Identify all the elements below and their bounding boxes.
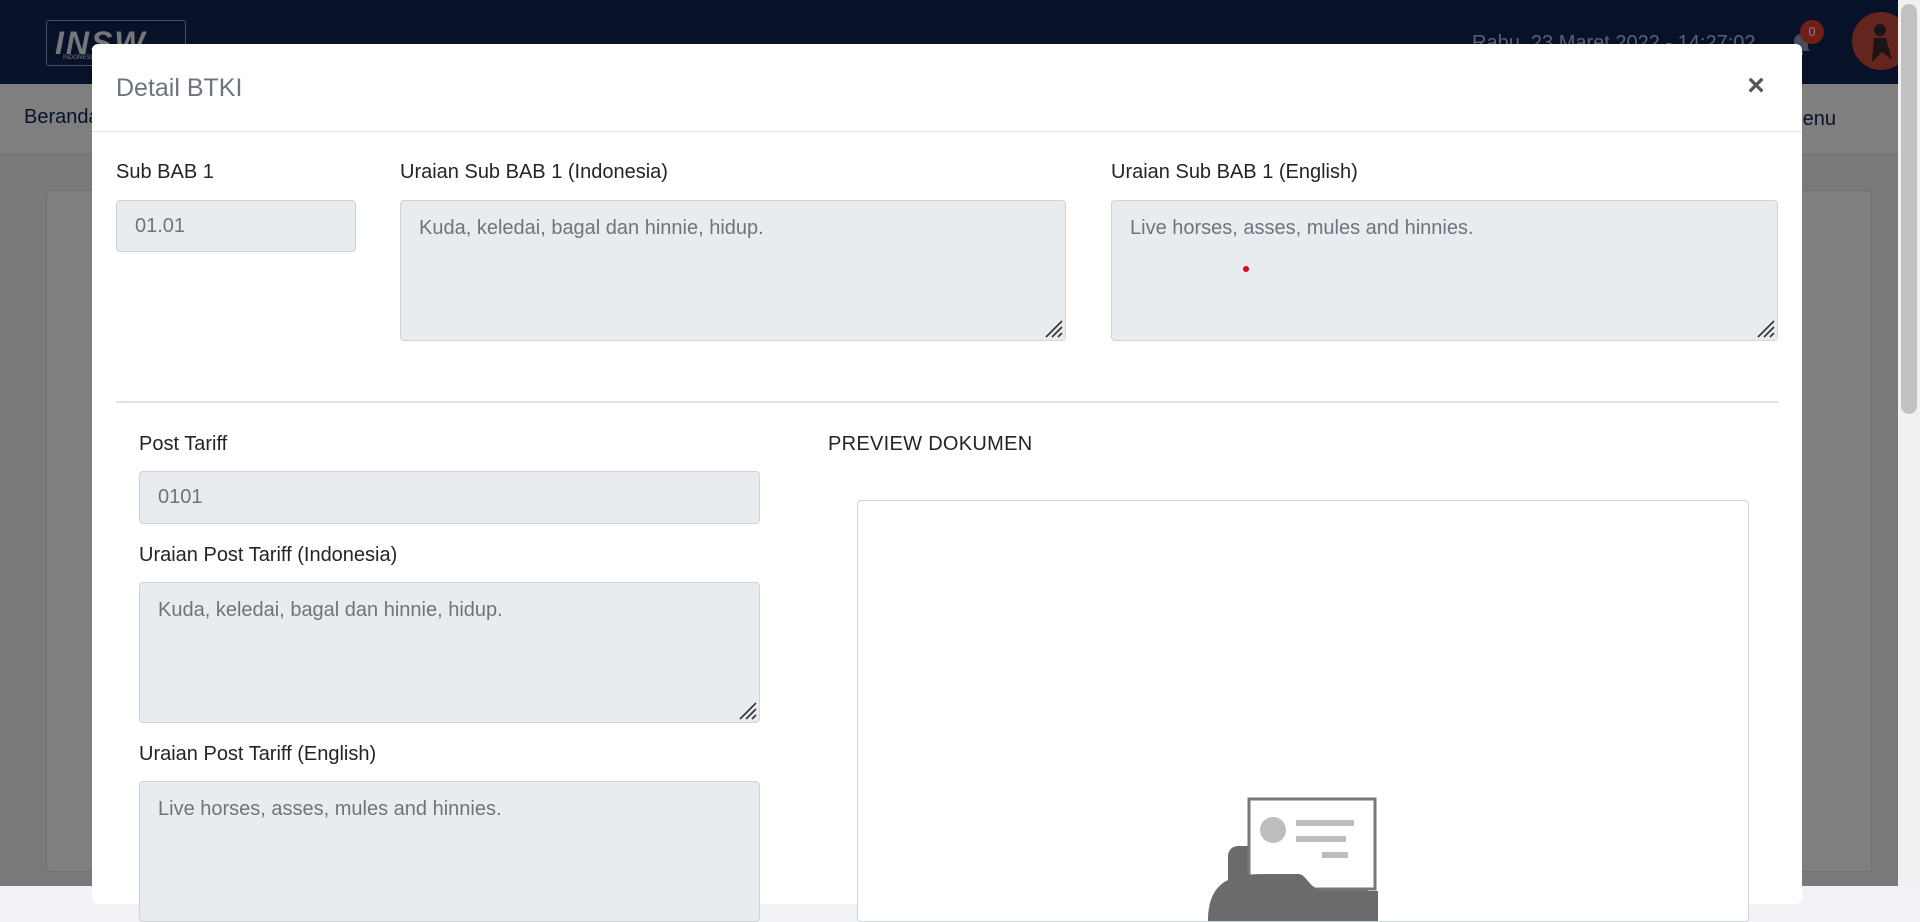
sub-bab-desc-id-textarea[interactable]: Kuda, keledai, bagal dan hinnie, hidup. [400, 200, 1066, 341]
sub-bab-desc-id-label: Uraian Sub BAB 1 (Indonesia) [400, 161, 668, 183]
post-tariff-desc-en-textarea[interactable]: Live horses, asses, mules and hinnies. [139, 781, 760, 922]
post-tariff-desc-en-label: Uraian Post Tariff (English) [139, 743, 377, 765]
cursor-marker [1243, 266, 1249, 272]
modal-header: Detail BTKI × [92, 44, 1802, 132]
sub-bab-code-label: Sub BAB 1 [116, 161, 214, 183]
resize-handle-icon[interactable] [735, 698, 757, 720]
sub-bab-desc-en-label: Uraian Sub BAB 1 (English) [1111, 161, 1358, 183]
post-tariff-desc-id-textarea[interactable]: Kuda, keledai, bagal dan hinnie, hidup. [139, 582, 760, 723]
sub-bab-desc-en-textarea[interactable]: Live horses, asses, mules and hinnies. [1111, 200, 1778, 341]
resize-handle-icon[interactable] [1753, 316, 1775, 338]
document-preview [857, 500, 1749, 922]
close-button[interactable]: × [1740, 70, 1772, 102]
sub-bab-desc-en-value: Live horses, asses, mules and hinnies. [1130, 217, 1474, 239]
scrollbar-thumb[interactable] [1901, 4, 1917, 414]
sub-bab-code-field[interactable]: 01.01 [116, 200, 356, 252]
post-tariff-desc-id-value: Kuda, keledai, bagal dan hinnie, hidup. [158, 599, 503, 621]
sub-bab-desc-id-value: Kuda, keledai, bagal dan hinnie, hidup. [419, 217, 764, 239]
preview-title: PREVIEW DOKUMEN [828, 433, 1033, 455]
resize-handle-icon[interactable] [1041, 316, 1063, 338]
section-divider [116, 401, 1778, 403]
detail-btki-modal: Detail BTKI × Sub BAB 1 01.01 Uraian Sub… [92, 44, 1802, 922]
modal-title: Detail BTKI [116, 74, 243, 102]
post-tariff-code-field[interactable]: 0101 [139, 471, 760, 524]
post-tariff-desc-en-value: Live horses, asses, mules and hinnies. [158, 798, 502, 820]
post-tariff-code-label: Post Tariff [139, 433, 228, 455]
post-tariff-desc-id-label: Uraian Post Tariff (Indonesia) [139, 544, 398, 566]
document-placeholder-icon [1208, 797, 1378, 921]
